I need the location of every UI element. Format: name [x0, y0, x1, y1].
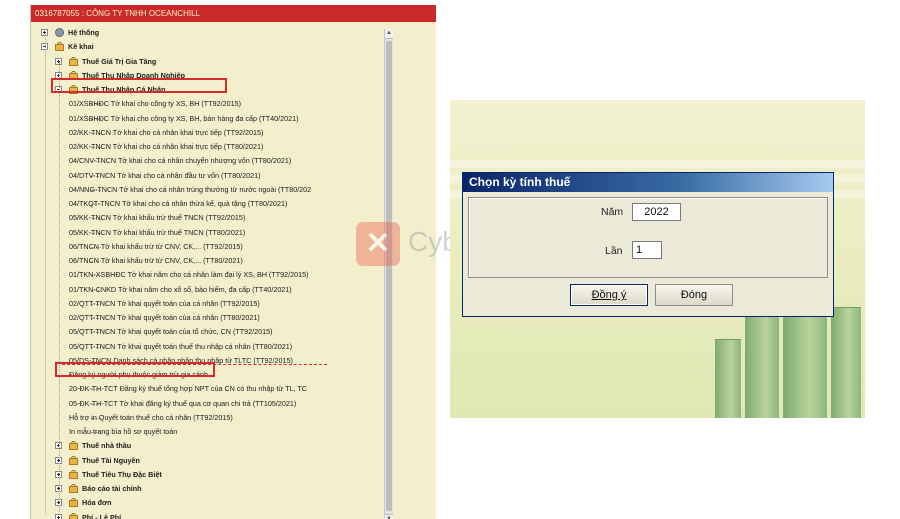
highlight-box-dependent-registration [55, 362, 215, 377]
tree-node[interactable]: Hóa đơn [31, 496, 356, 510]
tree-node-label: In mẫu trang bìa hồ sơ quyết toán [69, 427, 178, 436]
tree-node-label: 04/DTV-TNCN Tờ khai cho cá nhân đầu tư v… [69, 170, 261, 180]
cyber-logo-icon: ✕ [356, 222, 400, 266]
tree-node-label: 05/KK-TNCN Tờ khai khấu trừ thuế TNCN (T… [69, 227, 246, 237]
tree-node-label: 20-ĐK-TH-TCT Đăng ký thuế tổng hợp NPT c… [69, 384, 307, 394]
tree-node[interactable]: 06/TNCN Tờ khai khấu trừ từ CNV, CK,... … [31, 254, 356, 268]
tree-node-label: 01/XSBHĐC Tờ khai cho công ty XS, BH (TT… [69, 99, 241, 109]
tree-node[interactable]: 04/NNG-TNCN Tờ khai cho cá nhân trúng th… [31, 183, 356, 197]
tree-node[interactable]: Thuế nhà thầu [31, 439, 356, 453]
tree-window-title: 0316787055 : CÔNG TY TNHH OCEANCHILL [31, 5, 436, 22]
tree-node[interactable]: 05-ĐK-TH-TCT Tờ khai đăng ký thuế qua cơ… [31, 397, 356, 411]
tree-node[interactable]: Thuế Giá Trị Gia Tăng [31, 55, 356, 69]
tree-node-label: Báo cáo tài chính [82, 484, 142, 493]
tree-node[interactable]: 20-ĐK-TH-TCT Đăng ký thuế tổng hợp NPT c… [31, 382, 356, 396]
tree-node-label: Hóa đơn [82, 498, 112, 508]
tree-node-label: 05/QTT-TNCN Tờ khai quyết toán thuế thu … [69, 341, 293, 351]
tree-node[interactable]: 01/XSBHĐC Tờ khai cho công ty XS, BH, bá… [31, 112, 356, 126]
locked-folder-icon [69, 56, 78, 66]
tree-node-label: 05/QTT-TNCN Tờ khai quyết toán của tổ ch… [69, 327, 273, 337]
close-button[interactable]: Đóng [655, 284, 733, 306]
tree-node[interactable]: Hỗ trợ in Quyết toán thuế cho cá nhân (T… [31, 411, 356, 425]
tree-node[interactable]: Phí - Lệ Phí [31, 511, 356, 519]
tree-node-label: 02/KK-TNCN Tờ khai cho cá nhân khai trực… [69, 127, 264, 137]
tree-node-label: 01/XSBHĐC Tờ khai cho công ty XS, BH, bá… [69, 113, 299, 123]
tree-node[interactable]: 02/QTT-TNCN Tờ khai quyết toán của cá nh… [31, 297, 356, 311]
tree-node[interactable]: 01/TKN-XSBHĐC Tờ khai năm cho cá nhân là… [31, 268, 356, 282]
tree-node[interactable]: 05/KK-TNCN Tờ khai khấu trừ thuế TNCN (T… [31, 211, 356, 225]
building-shape [715, 339, 741, 418]
tree-node-label: 04/CNV-TNCN Tờ khai cho cá nhân chuyển n… [69, 156, 292, 166]
tree-node-label: Hệ thống [68, 28, 100, 37]
tree-node[interactable]: 01/XSBHĐC Tờ khai cho công ty XS, BH (TT… [31, 97, 356, 111]
tree-node[interactable]: 04/CNV-TNCN Tờ khai cho cá nhân chuyển n… [31, 154, 356, 168]
tree-node[interactable]: Hệ thống [31, 26, 356, 40]
tree-node-label: 01/TKN-CNKD Tờ khai năm cho xổ số, bảo h… [69, 284, 292, 294]
tree-node[interactable]: Thuế Tiêu Thụ Đặc Biệt [31, 468, 356, 482]
tree-node[interactable]: 05/QTT-TNCN Tờ khai quyết toán thuế thu … [31, 340, 356, 354]
tree-node-label: 05/KK-TNCN Tờ khai khấu trừ thuế TNCN (T… [69, 213, 246, 223]
scroll-down-icon[interactable]: ▼ [385, 514, 393, 519]
tree-node[interactable]: Báo cáo tài chính [31, 482, 356, 496]
tree-node-label: Thuế Giá Trị Gia Tăng [82, 56, 157, 66]
tree-guide-line [59, 62, 60, 512]
tree-node-label: 01/TKN-XSBHĐC Tờ khai năm cho cá nhân là… [69, 270, 309, 280]
times-input[interactable]: 1 [632, 241, 662, 259]
year-label: Năm [601, 206, 624, 218]
tree-node-label: Phí - Lệ Phí [82, 512, 122, 519]
tree-node[interactable]: In mẫu trang bìa hồ sơ quyết toán [31, 425, 356, 439]
year-input[interactable]: 2022 [632, 203, 681, 221]
dialog-title: Chọn kỳ tính thuế [463, 173, 833, 192]
times-label: Lần [605, 245, 623, 257]
tree-node-label: 04/NNG-TNCN Tờ khai cho cá nhân trúng th… [69, 184, 312, 194]
tree-node[interactable]: 02/QTT-TNCN Tờ khai quyết toán của cá nh… [31, 311, 356, 325]
tree-scrollbar[interactable]: ▲ ▼ [384, 29, 393, 519]
tree-node[interactable]: 06/TNCN Tờ khai khấu trừ từ CNV, CK,... … [31, 240, 356, 254]
tree-node-label: 02/KK-TNCN Tờ khai cho cá nhân khai trực… [69, 142, 264, 151]
locked-folder-icon [69, 441, 78, 451]
locked-folder-icon [69, 498, 78, 508]
gear-icon [55, 28, 64, 37]
tree-node-label: 04/TKQT-TNCN Tờ khai cho cá nhân thừa kế… [69, 199, 288, 208]
tree-node[interactable]: 02/KK-TNCN Tờ khai cho cá nhân khai trực… [31, 126, 356, 140]
tree-node[interactable]: Thuế Tài Nguyên [31, 454, 356, 468]
tree-node[interactable]: 04/DTV-TNCN Tờ khai cho cá nhân đầu tư v… [31, 169, 356, 183]
ok-button-label: Đồng ý [591, 289, 627, 301]
tree-node-label: 06/TNCN Tờ khai khấu trừ từ CNV, CK,... … [69, 241, 243, 251]
tree-node[interactable]: 05/KK-TNCN Tờ khai khấu trừ thuế TNCN (T… [31, 226, 356, 240]
bg-stripe [450, 160, 865, 168]
highlight-box-personal-income-tax [51, 78, 227, 93]
ok-button[interactable]: Đồng ý [570, 284, 648, 306]
tree-node-label: Thuế Tài Nguyên [82, 455, 140, 465]
tree-node-label: Thuế nhà thầu [82, 441, 132, 451]
scroll-up-icon[interactable]: ▲ [385, 29, 393, 39]
locked-folder-icon [69, 484, 78, 493]
tree-node[interactable]: 02/KK-TNCN Tờ khai cho cá nhân khai trực… [31, 140, 356, 154]
tree-guide-line [45, 34, 46, 514]
locked-folder-icon [69, 455, 78, 465]
locked-folder-icon [69, 469, 78, 479]
tree-node-label: 05-ĐK-TH-TCT Tờ khai đăng ký thuế qua cơ… [69, 398, 297, 408]
tree-node-label: Thuế Tiêu Thụ Đặc Biệt [82, 469, 162, 479]
tree-node-label: 02/QTT-TNCN Tờ khai quyết toán của cá nh… [69, 313, 260, 322]
tree-node-label: 06/TNCN Tờ khai khấu trừ từ CNV, CK,... … [69, 256, 243, 265]
expand-icon[interactable] [55, 513, 62, 519]
locked-folder-icon [55, 42, 64, 52]
tree-node[interactable]: 05/QTT-TNCN Tờ khai quyết toán của tổ ch… [31, 325, 356, 339]
building-shape [831, 307, 861, 418]
tree-node[interactable]: 04/TKQT-TNCN Tờ khai cho cá nhân thừa kế… [31, 197, 356, 211]
locked-folder-icon [69, 512, 78, 519]
tree-node-label: 02/QTT-TNCN Tờ khai quyết toán của cá nh… [69, 298, 260, 308]
tree-node-label: Hỗ trợ in Quyết toán thuế cho cá nhân (T… [69, 412, 233, 422]
tree-node[interactable]: Kê khai [31, 40, 356, 54]
tree-node-label: Kê khai [68, 42, 94, 52]
scroll-thumb[interactable] [386, 41, 392, 511]
tax-form-tree: Hệ thống Kê khai Thuế Giá Trị Gia Tăng Thuế… [31, 22, 351, 519]
tree-node[interactable]: 01/TKN-CNKD Tờ khai năm cho xổ số, bảo h… [31, 283, 356, 297]
